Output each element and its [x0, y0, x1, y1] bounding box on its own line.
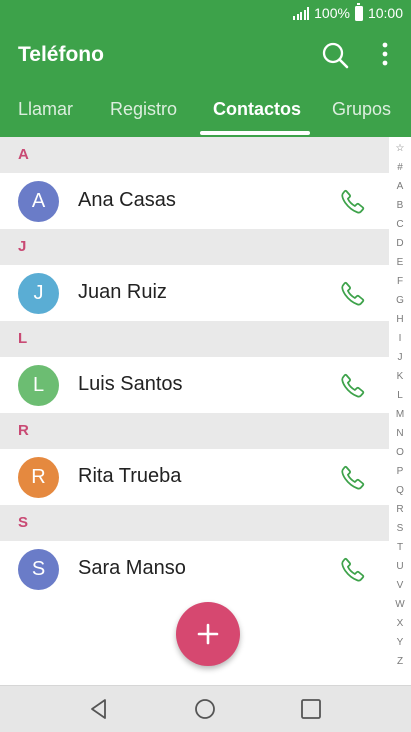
app-bar: Teléfono Llamar Registro Contactos Grupo…	[0, 30, 411, 137]
add-contact-button[interactable]	[176, 602, 240, 666]
index-letter[interactable]: X	[389, 618, 411, 629]
section-header: S	[0, 505, 389, 541]
index-letter[interactable]: K	[389, 371, 411, 382]
status-indicators: 100% 10:00	[293, 2, 403, 21]
tab-indicator	[200, 131, 310, 135]
index-letter[interactable]: D	[389, 238, 411, 249]
contact-row[interactable]: A Ana Casas	[0, 173, 389, 229]
avatar: J	[18, 273, 59, 314]
index-letter[interactable]: Z	[389, 656, 411, 667]
search-button[interactable]	[320, 41, 352, 71]
home-icon	[195, 699, 215, 719]
contact-row[interactable]: J Juan Ruiz	[0, 265, 389, 321]
tab-contactos[interactable]: Contactos	[213, 99, 301, 120]
more-options-button[interactable]	[374, 41, 396, 71]
tab-grupos[interactable]: Grupos	[332, 99, 391, 120]
phone-icon	[341, 465, 365, 490]
index-letter[interactable]: I	[389, 333, 411, 344]
home-button[interactable]	[193, 697, 217, 721]
index-letter[interactable]: A	[389, 181, 411, 192]
contact-name: Sara Manso	[78, 557, 186, 579]
index-letter[interactable]: S	[389, 523, 411, 534]
index-letter[interactable]: J	[389, 352, 411, 363]
avatar: L	[18, 365, 59, 406]
status-bar: 100% 10:00	[0, 0, 411, 30]
index-letter[interactable]: B	[389, 200, 411, 211]
section-letter: R	[18, 422, 29, 439]
section-header: A	[0, 137, 389, 173]
index-letter[interactable]: V	[389, 580, 411, 591]
navigation-bar	[0, 685, 411, 732]
battery-icon	[354, 2, 363, 21]
section-header: L	[0, 321, 389, 357]
section-header: J	[0, 229, 389, 265]
index-letter[interactable]: G	[389, 295, 411, 306]
index-letter[interactable]: #	[389, 162, 411, 173]
battery-percent: 100%	[314, 5, 350, 21]
index-letter[interactable]: L	[389, 390, 411, 401]
contact-name: Luis Santos	[78, 373, 183, 395]
contact-name: Ana Casas	[78, 189, 176, 211]
contact-list[interactable]: A A Ana Casas J J Juan Ruiz L L Luis San…	[0, 137, 389, 685]
avatar: R	[18, 457, 59, 498]
index-letter[interactable]: N	[389, 428, 411, 439]
avatar: A	[18, 181, 59, 222]
signal-icon	[293, 6, 310, 20]
search-icon	[322, 42, 349, 69]
call-button[interactable]	[338, 555, 368, 585]
phone-icon	[341, 281, 365, 306]
call-button[interactable]	[338, 279, 368, 309]
avatar: S	[18, 549, 59, 590]
index-letter[interactable]: C	[389, 219, 411, 230]
contact-name: Juan Ruiz	[78, 281, 167, 303]
section-letter: L	[18, 330, 28, 347]
tab-registro[interactable]: Registro	[110, 99, 177, 120]
alphabet-index[interactable]: ☆ # A B C D E F G H I J K L M N O P Q R S T U V W X Y Z	[389, 137, 411, 685]
status-time: 10:00	[367, 5, 403, 21]
more-vert-icon	[382, 42, 388, 66]
contact-name: Rita Trueba	[78, 465, 182, 487]
index-letter[interactable]: P	[389, 466, 411, 477]
call-button[interactable]	[338, 463, 368, 493]
index-letter[interactable]: U	[389, 561, 411, 572]
back-icon	[91, 699, 106, 719]
contact-row[interactable]: L Luis Santos	[0, 357, 389, 413]
section-letter: J	[18, 238, 27, 255]
index-letter[interactable]: E	[389, 257, 411, 268]
contact-row[interactable]: S Sara Manso	[0, 541, 389, 597]
phone-icon	[341, 557, 365, 582]
tab-bar: Llamar Registro Contactos Grupos	[0, 97, 411, 137]
recents-icon	[301, 699, 321, 719]
index-letter[interactable]: ☆	[389, 143, 411, 154]
section-letter: S	[18, 514, 29, 531]
section-header: R	[0, 413, 389, 449]
call-button[interactable]	[338, 371, 368, 401]
index-letter[interactable]: Q	[389, 485, 411, 496]
plus-icon	[197, 623, 219, 645]
index-letter[interactable]: R	[389, 504, 411, 515]
section-letter: A	[18, 146, 29, 163]
page-title: Teléfono	[18, 43, 104, 66]
call-button[interactable]	[338, 187, 368, 217]
index-letter[interactable]: W	[389, 599, 411, 610]
index-letter[interactable]: H	[389, 314, 411, 325]
back-button[interactable]	[87, 697, 111, 721]
index-letter[interactable]: Y	[389, 637, 411, 648]
index-letter[interactable]: M	[389, 409, 411, 420]
recents-button[interactable]	[299, 697, 323, 721]
phone-icon	[341, 189, 365, 214]
index-letter[interactable]: O	[389, 447, 411, 458]
index-letter[interactable]: F	[389, 276, 411, 287]
index-letter[interactable]: T	[389, 542, 411, 553]
phone-icon	[341, 373, 365, 398]
contact-row[interactable]: R Rita Trueba	[0, 449, 389, 505]
tab-llamar[interactable]: Llamar	[18, 99, 73, 120]
